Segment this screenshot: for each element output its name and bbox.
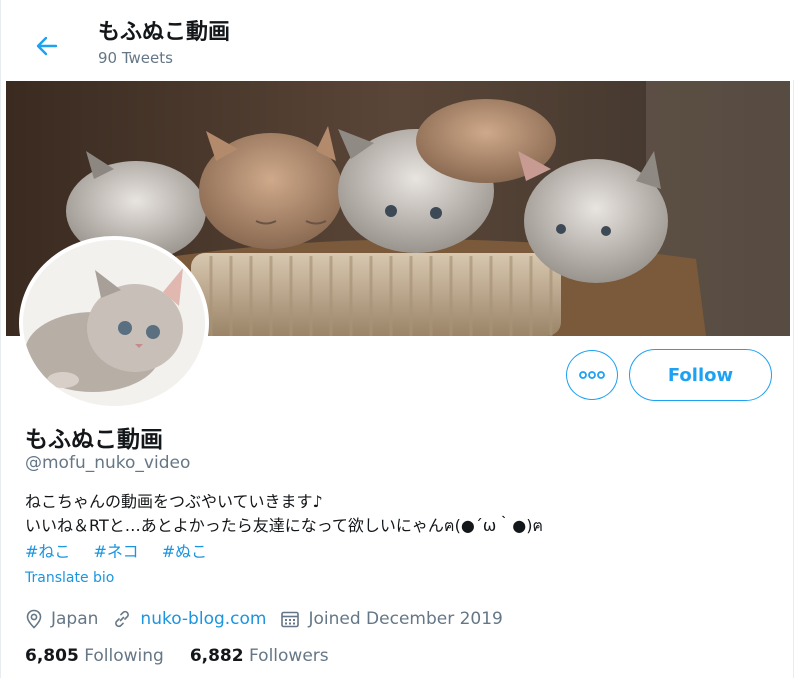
website-link[interactable]: nuko-blog.com	[140, 609, 266, 629]
following-count: 6,805	[25, 646, 79, 666]
bio-hashtags: #ねこ #ネコ #ぬこ	[25, 538, 225, 562]
bio-line-2: いいね＆RTと…あとよかったら友達になって欲しいにゃんฅ(●´ω｀●)ฅ	[25, 516, 544, 535]
followers-count: 6,882	[189, 646, 244, 666]
follow-button[interactable]: Follow	[629, 349, 772, 401]
followers-stat[interactable]: 6,882 Followers	[190, 646, 329, 666]
back-button[interactable]	[27, 28, 67, 64]
website-item: nuko-blog.com	[112, 609, 266, 629]
hashtag-link[interactable]: #ねこ	[25, 542, 70, 561]
more-options-button[interactable]	[566, 350, 618, 400]
following-stat[interactable]: 6,805 Following	[25, 646, 164, 666]
joined-text: Joined December 2019	[308, 609, 503, 629]
header-title: もふぬこ動画	[98, 20, 231, 45]
translate-bio-link[interactable]: Translate bio	[25, 570, 114, 586]
link-icon	[115, 610, 130, 628]
hashtag-link[interactable]: #ぬこ	[162, 542, 207, 561]
following-label: Following	[84, 646, 164, 666]
avatar[interactable]	[19, 236, 209, 410]
hashtag-link[interactable]: #ネコ	[94, 542, 139, 561]
location-text: Japan	[51, 609, 99, 629]
profile-stats: 6,805 Following 6,882 Followers	[25, 646, 355, 666]
profile-bio: ねこちゃんの動画をつぶやいていきます♪ いいね＆RTと…あとよかったら友達になっ…	[25, 490, 543, 538]
location-pin-icon	[26, 609, 42, 629]
joined-item: Joined December 2019	[280, 609, 503, 629]
location-item: Japan	[25, 609, 98, 629]
followers-label: Followers	[249, 646, 329, 666]
profile-name: もふぬこ動画	[25, 427, 163, 453]
calendar-icon	[281, 611, 300, 628]
tweet-count: 90 Tweets	[98, 49, 173, 67]
profile-meta: Japan nuko-blog.com Joined December 2019	[25, 606, 517, 632]
more-dots-icon	[579, 371, 605, 379]
bio-line-1: ねこちゃんの動画をつぶやいていきます♪	[25, 492, 323, 511]
profile-header: もふぬこ動画 90 Tweets	[1, 0, 794, 80]
arrow-left-icon	[36, 36, 58, 56]
profile-page: もふぬこ動画 90 Tweets Follow もふぬこ動画 @mofu_nuk…	[0, 0, 794, 678]
avatar-image	[23, 240, 205, 406]
profile-handle: @mofu_nuko_video	[25, 453, 191, 473]
